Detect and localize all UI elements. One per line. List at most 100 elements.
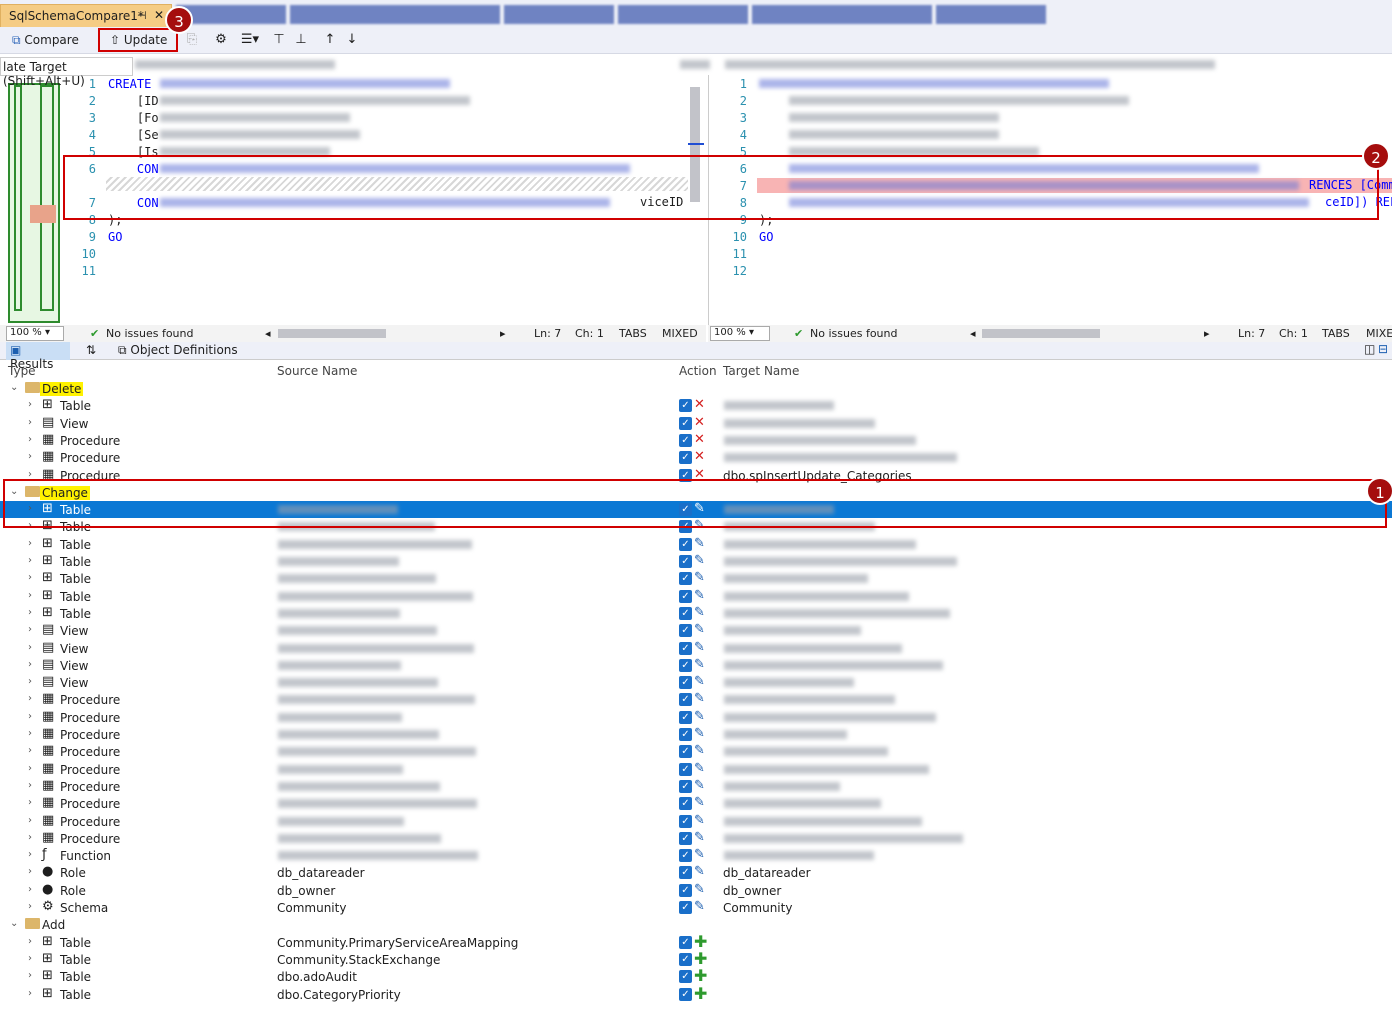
chevron-right-icon[interactable]: › (28, 866, 32, 877)
chevron-right-icon[interactable]: › (28, 988, 32, 999)
include-checkbox[interactable]: ✓ (679, 970, 692, 984)
column-header-type[interactable]: Type (8, 364, 36, 378)
include-checkbox[interactable]: ✓ (679, 555, 692, 568)
include-checkbox[interactable]: ✓ (679, 624, 692, 638)
chevron-right-icon[interactable]: › (28, 832, 32, 843)
chevron-right-icon[interactable]: › (28, 780, 32, 791)
include-checkbox[interactable]: ✓ (679, 866, 692, 880)
table-row[interactable]: › ⊞ Table ✓ ✎ (0, 588, 1392, 605)
chevron-right-icon[interactable]: › (28, 676, 32, 687)
tab-blurred[interactable] (752, 5, 932, 24)
chevron-right-icon[interactable]: › (28, 659, 32, 670)
table-row[interactable]: › ▦ Procedure ✓ ✕ (0, 449, 1392, 466)
table-row[interactable]: › ⊞ Table ✓ ✎ (0, 553, 1392, 570)
tab-object-definitions[interactable]: ⧉ Object Definitions (118, 343, 238, 358)
chevron-right-icon[interactable]: › (28, 901, 32, 912)
group-row-delete[interactable]: ⌄ Delete (0, 376, 1392, 401)
include-checkbox[interactable]: ✓ (679, 849, 692, 863)
chevron-right-icon[interactable]: › (28, 936, 32, 947)
include-checkbox[interactable]: ✓ (679, 901, 692, 914)
table-row[interactable]: › ▤ View ✓ ✎ (0, 674, 1392, 691)
zoom-select[interactable]: 100 % ▾ (6, 326, 64, 341)
chevron-right-icon[interactable]: › (28, 451, 32, 462)
chevron-right-icon[interactable]: › (28, 711, 32, 722)
chevron-right-icon[interactable]: › (28, 693, 32, 704)
tabs-indicator[interactable]: TABS (619, 327, 647, 340)
table-row[interactable]: › ▤ View ✓ ✕ (0, 415, 1392, 432)
chevron-right-icon[interactable]: › (28, 728, 32, 739)
filter-icon[interactable]: ⊤ (270, 31, 288, 49)
include-checkbox[interactable]: ✓ (679, 572, 692, 586)
chevron-right-icon[interactable]: › (28, 607, 32, 618)
include-checkbox[interactable]: ✓ (679, 745, 692, 759)
scroll-left-icon[interactable]: ◂ (970, 327, 976, 340)
include-checkbox[interactable]: ✓ (679, 433, 692, 447)
table-row[interactable]: › ⊞ Table ✓ ✎ (0, 570, 1392, 587)
chevron-right-icon[interactable]: › (28, 763, 32, 774)
include-checkbox[interactable]: ✓ (679, 399, 692, 413)
table-row[interactable]: › ⊞ Table ✓ ✕ (0, 397, 1392, 414)
tab-blurred[interactable] (936, 5, 1046, 24)
include-checkbox[interactable]: ✓ (679, 952, 692, 966)
table-row[interactable]: › ⊞ Table ✓ ✎ (0, 605, 1392, 622)
include-checkbox[interactable]: ✓ (679, 779, 692, 793)
next-change-arrow-down-icon[interactable]: ↓ (343, 31, 361, 49)
table-row[interactable]: › ⊞ Table dbo.CategoryPriority ✓ ✚ (0, 984, 1392, 1003)
include-checkbox[interactable]: ✓ (679, 537, 692, 551)
chevron-right-icon[interactable]: › (28, 797, 32, 808)
compare-button[interactable]: ⧉ Compare (8, 31, 88, 51)
include-checkbox[interactable]: ✓ (679, 710, 692, 724)
filter-clear-icon[interactable]: ⊥ (292, 31, 310, 49)
line-endings-indicator[interactable]: MIXE (1366, 327, 1392, 340)
include-checkbox[interactable]: ✓ (679, 814, 692, 828)
chevron-right-icon[interactable]: › (28, 590, 32, 601)
table-row[interactable]: › ● Role db_owner ✓ ✎ db_owner (0, 882, 1392, 899)
diff-map[interactable] (8, 83, 60, 323)
chevron-right-icon[interactable]: › (28, 399, 32, 410)
table-row[interactable]: › ▦ Procedure ✓ ✎ (0, 709, 1392, 726)
include-checkbox[interactable]: ✓ (679, 762, 692, 776)
include-checkbox[interactable]: ✓ (679, 589, 692, 603)
generate-script-icon[interactable]: ⎘ (183, 31, 201, 49)
table-row[interactable]: › ▦ Procedure ✓ ✎ (0, 795, 1392, 812)
include-checkbox[interactable]: ✓ (679, 883, 692, 897)
horizontal-scrollbar-thumb[interactable] (982, 329, 1100, 338)
chevron-right-icon[interactable]: › (28, 555, 32, 566)
previous-change-arrow-up-icon[interactable]: ↑ (321, 31, 339, 49)
chevron-right-icon[interactable]: › (28, 538, 32, 549)
chevron-right-icon[interactable]: › (28, 624, 32, 635)
split-vertical-icon[interactable]: ◫ (1364, 342, 1375, 356)
horizontal-scrollbar-thumb[interactable] (278, 329, 386, 338)
table-row[interactable]: › ▦ Procedure ✓ ✎ (0, 813, 1392, 830)
tab-blurred[interactable] (504, 5, 614, 24)
options-gear-icon[interactable]: ⚙ (212, 31, 230, 49)
table-row[interactable]: › ▤ View ✓ ✎ (0, 622, 1392, 639)
chevron-down-icon[interactable]: ⌄ (10, 918, 18, 929)
table-row[interactable]: › ▦ Procedure ✓ ✎ (0, 726, 1392, 743)
chevron-right-icon[interactable]: › (28, 884, 32, 895)
table-row[interactable]: › ⊞ Table ✓ ✎ (0, 536, 1392, 553)
chevron-right-icon[interactable]: › (28, 953, 32, 964)
group-results-icon[interactable]: ☰▾ (236, 31, 264, 49)
include-checkbox[interactable]: ✓ (679, 641, 692, 655)
table-row[interactable]: › ▦ Procedure ✓ ✎ (0, 761, 1392, 778)
split-horizontal-icon[interactable]: ⊟ (1378, 342, 1388, 356)
chevron-right-icon[interactable]: › (28, 815, 32, 826)
chevron-right-icon[interactable]: › (28, 745, 32, 756)
chevron-right-icon[interactable]: › (28, 970, 32, 981)
scroll-left-icon[interactable]: ◂ (265, 327, 271, 340)
include-checkbox[interactable]: ✓ (679, 416, 692, 430)
scroll-right-icon[interactable]: ▸ (500, 327, 506, 340)
sort-icon[interactable]: ⇅ (86, 343, 96, 357)
table-row[interactable]: › ▤ View ✓ ✎ (0, 657, 1392, 674)
zoom-select[interactable]: 100 % ▾ (710, 326, 770, 341)
close-icon[interactable]: ✕ (154, 8, 164, 22)
table-row[interactable]: › ▦ Procedure ✓ ✎ (0, 743, 1392, 760)
tabs-indicator[interactable]: TABS (1322, 327, 1350, 340)
include-checkbox[interactable]: ✓ (679, 658, 692, 672)
table-row[interactable]: › ▦ Procedure ✓ ✕ (0, 432, 1392, 449)
table-row[interactable]: › ▤ View ✓ ✎ (0, 640, 1392, 657)
chevron-right-icon[interactable]: › (28, 572, 32, 583)
table-row[interactable]: › ⚙ Schema Community ✓ ✎ Community (0, 899, 1392, 916)
include-checkbox[interactable]: ✓ (679, 693, 692, 707)
